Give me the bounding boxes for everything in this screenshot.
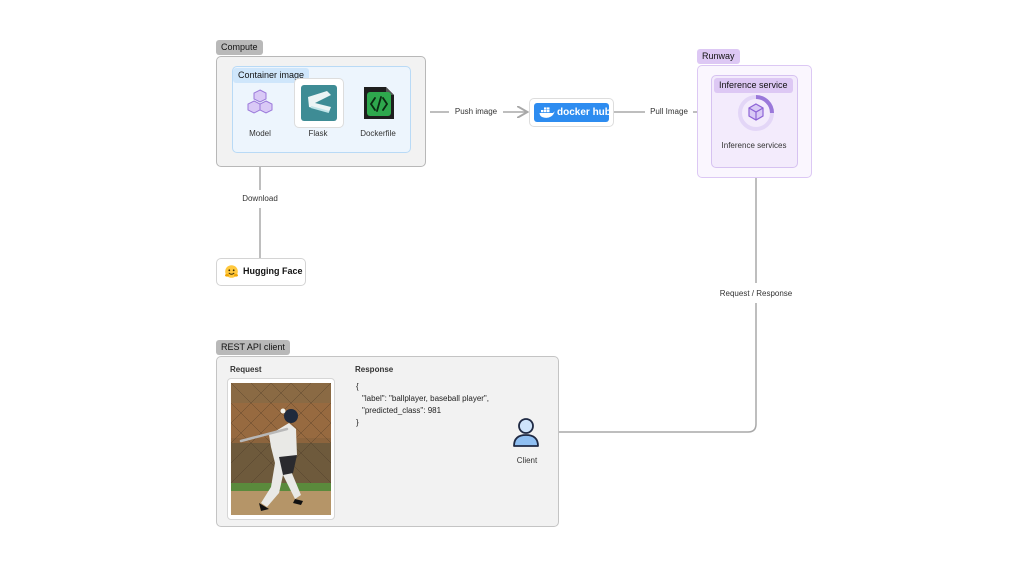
flask-card	[294, 78, 344, 128]
dockerfile-icon	[361, 86, 395, 120]
huggingface-label: Hugging Face	[243, 266, 303, 276]
pull-image-label: Pull Image	[650, 107, 688, 116]
huggingface-emoji-icon	[224, 264, 239, 279]
inference-service-icon	[737, 94, 775, 132]
request-image-frame	[227, 378, 335, 520]
dockerfile-label: Dockerfile	[360, 129, 396, 138]
dockerhub-badge: docker hub	[534, 103, 611, 122]
request-label: Request	[230, 365, 262, 374]
inference-services-label: Inference services	[721, 141, 787, 150]
download-label: Download	[242, 194, 278, 203]
response-json-line-1: "label": "ballplayer, baseball player",	[362, 394, 489, 403]
dockerhub-label: docker hub	[557, 107, 611, 118]
response-json-line-0: {	[356, 382, 359, 391]
request-response-label: Request / Response	[719, 289, 793, 298]
inference-service-title: Inference service	[714, 78, 793, 93]
client-label: Client	[516, 456, 538, 465]
response-json-line-3: }	[356, 418, 359, 427]
compute-title: Compute	[216, 40, 263, 55]
push-image-label: Push image	[454, 107, 498, 116]
flask-label: Flask	[308, 129, 328, 138]
huggingface-card: Hugging Face	[216, 258, 306, 286]
docker-whale-icon	[539, 107, 555, 118]
response-label: Response	[355, 365, 394, 374]
cubes-icon	[245, 88, 275, 118]
model-label: Model	[249, 129, 271, 138]
baseball-player-photo	[231, 383, 331, 515]
dockerhub-card: docker hub	[529, 98, 614, 127]
rest-api-client-title: REST API client	[216, 340, 290, 355]
request-response-line-bottom	[545, 303, 757, 432]
runway-title: Runway	[697, 49, 740, 64]
flask-icon	[301, 85, 337, 121]
response-json-line-2: "predicted_class": 981	[362, 406, 442, 415]
client-user-icon	[511, 416, 541, 448]
